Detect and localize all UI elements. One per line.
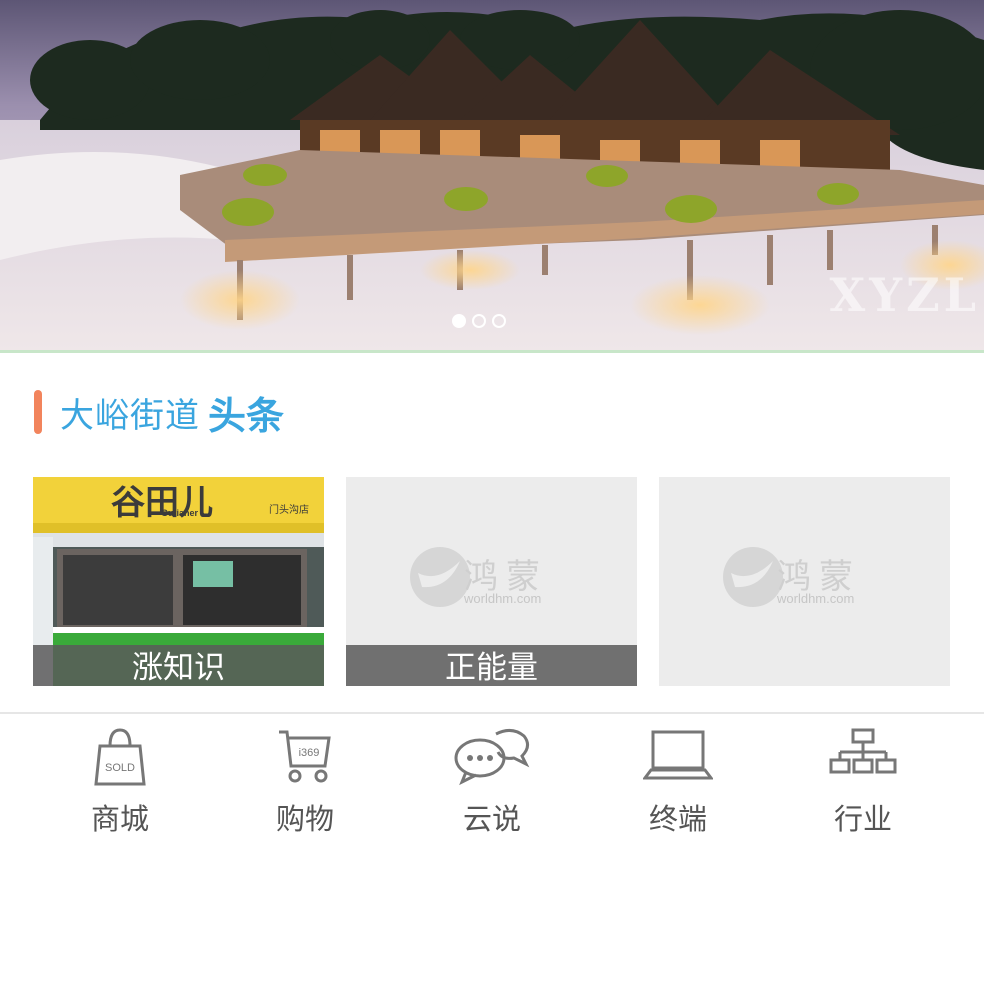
shopping-bag-icon: SOLD [94,728,146,786]
org-chart-icon [829,728,897,774]
carousel-dots [452,314,506,328]
news-card[interactable]: 谷田儿 Gutianer 门头沟店 涨知识 [33,477,324,686]
banner-carousel[interactable]: XYZL [0,0,984,350]
carousel-dot[interactable] [472,314,486,328]
chat-bubbles-icon [454,729,530,786]
news-card[interactable]: 鸿蒙 worldhm.com [659,477,950,686]
nav-item-mall[interactable]: SOLD 商城 [45,726,195,836]
nav-label: 购物 [275,802,334,836]
shop-sign-branch: 门头沟店 [269,505,309,516]
title-accent-bar [34,390,42,434]
page: XYZL 大峪街道 头条 谷田儿 Gutianer 门头沟店 涨知识 鸿蒙 wo… [0,0,984,984]
section-title-main: 大峪街道 [60,395,200,436]
news-card[interactable]: 鸿蒙 worldhm.com 正能量 [346,477,637,686]
section-title-strong: 头条 [208,393,285,438]
carousel-dot[interactable] [492,314,506,328]
banner-watermark: XYZL [829,268,980,322]
nav-label: 云说 [462,802,521,836]
banner-divider [0,350,984,353]
nav-label: 商城 [90,802,149,836]
section-title: 大峪街道 头条 [34,388,284,438]
nav-item-terminal[interactable]: 终端 [603,726,753,836]
laptop-icon [643,730,713,780]
bag-icon-text: SOLD [105,762,135,774]
nav-item-cloud-talk[interactable]: 云说 [417,726,567,836]
placeholder-brand-url: worldhm.com [777,591,855,606]
shopping-cart-icon: i369 [279,730,331,783]
placeholder-brand-url: worldhm.com [464,591,542,606]
news-card-caption: 正能量 [346,645,637,686]
nav-label: 终端 [648,802,707,836]
carousel-dot-active[interactable] [452,314,466,328]
nav-label: 行业 [833,802,892,836]
cart-icon-text: i369 [299,747,320,759]
news-card-caption: 涨知识 [33,645,324,686]
nav-item-shopping[interactable]: i369 购物 [230,726,380,836]
nav-divider [0,712,984,714]
nav-item-industry[interactable]: 行业 [788,726,938,836]
shop-sign-sub: Gutianer [161,508,199,518]
